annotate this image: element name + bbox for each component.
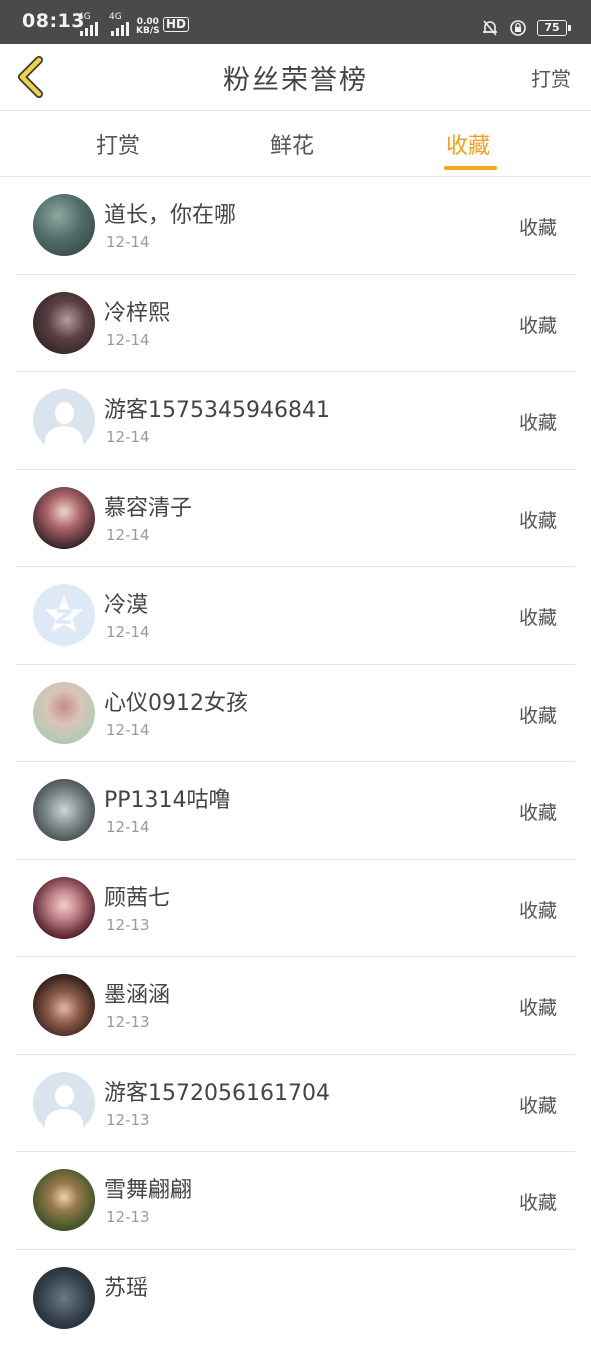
item-date: 12-14 [106,623,150,641]
item-action-label: 收藏 [519,311,557,338]
item-action-label: 收藏 [519,701,557,728]
avatar[interactable] [33,877,95,939]
signal-icon-2 [111,22,129,36]
list-item[interactable]: 慕容清子 12-14 收藏 [0,470,591,568]
user-name: 冷漠 [104,587,148,619]
item-action-label: 收藏 [519,506,557,533]
list-item[interactable]: 苏瑶 [0,1250,591,1347]
signal-label-1: 4G [78,13,91,22]
item-date: 12-14 [106,721,150,739]
nav-header: 粉丝荣誉榜 打赏 [0,44,591,111]
list-item[interactable]: PP1314咕噜 12-14 收藏 [0,762,591,860]
item-action-label: 收藏 [519,1188,557,1215]
avatar[interactable] [33,779,95,841]
item-action-label: 收藏 [519,798,557,825]
tab-reward[interactable]: 打赏 [96,128,140,160]
list-item[interactable]: 游客1572056161704 12-13 收藏 [0,1055,591,1153]
avatar[interactable] [33,194,95,256]
bell-off-icon [481,19,499,37]
qq-icon[interactable] [33,584,95,646]
signal-icon-1 [80,22,98,36]
item-date: 12-13 [106,916,150,934]
list-item[interactable]: 心仪0912女孩 12-14 收藏 [0,665,591,763]
avatar[interactable] [33,487,95,549]
item-date: 12-14 [106,526,150,544]
user-name: PP1314咕噜 [104,782,231,814]
user-name: 游客1575345946841 [104,392,330,424]
list-item[interactable]: 游客1575345946841 12-14 收藏 [0,372,591,470]
default-user-icon[interactable] [33,389,95,451]
avatar[interactable] [33,1267,95,1329]
item-date: 12-14 [106,818,150,836]
item-date: 12-13 [106,1013,150,1031]
signal-label-2: 4G [109,13,122,22]
page-title: 粉丝荣誉榜 [0,58,591,97]
avatar[interactable] [33,974,95,1036]
tab-flowers[interactable]: 鲜花 [270,128,314,160]
avatar[interactable] [33,682,95,744]
default-user-icon[interactable] [33,1072,95,1134]
user-name: 苏瑶 [104,1270,148,1302]
list-item[interactable]: 冷漠 12-14 收藏 [0,567,591,665]
item-date: 12-14 [106,331,150,349]
list-item[interactable]: 顾茜七 12-13 收藏 [0,860,591,958]
item-action-label: 收藏 [519,213,557,240]
item-action-label: 收藏 [519,896,557,923]
battery-icon: 75 [537,20,567,36]
item-action-label: 收藏 [519,993,557,1020]
tab-bar: 打赏 鲜花 收藏 [0,111,591,177]
user-name: 慕容清子 [104,490,192,522]
item-action-label: 收藏 [519,408,557,435]
user-name: 墨涵涵 [104,977,170,1009]
avatar[interactable] [33,1169,95,1231]
user-name: 冷梓熙 [104,295,170,327]
status-time: 08:13 [22,10,85,32]
status-bar: 08:13 4G 4G 0.00KB/S HD 75 [0,0,591,44]
user-name: 顾茜七 [104,880,170,912]
item-date: 12-13 [106,1111,150,1129]
user-name: 心仪0912女孩 [104,685,248,717]
rotation-lock-icon [509,19,527,37]
list-item[interactable]: 墨涵涵 12-13 收藏 [0,957,591,1055]
user-name: 游客1572056161704 [104,1075,330,1107]
item-action-label: 收藏 [519,603,557,630]
network-speed: 0.00KB/S [136,18,160,36]
list-item[interactable]: 道长，你在哪 12-14 收藏 [0,177,591,275]
reward-button[interactable]: 打赏 [531,63,571,92]
tab-favorites[interactable]: 收藏 [446,128,490,160]
item-date: 12-14 [106,233,150,251]
user-name: 雪舞翩翩 [104,1172,192,1204]
list-item[interactable]: 雪舞翩翩 12-13 收藏 [0,1152,591,1250]
active-tab-indicator [444,166,497,170]
item-date: 12-13 [106,1208,150,1226]
user-name: 道长，你在哪 [104,197,236,229]
hd-icon: HD [163,17,189,32]
list-item[interactable]: 冷梓熙 12-14 收藏 [0,275,591,373]
fan-list: 道长，你在哪 12-14 收藏 冷梓熙 12-14 收藏 游客157534594… [0,177,591,1347]
item-action-label: 收藏 [519,1091,557,1118]
avatar[interactable] [33,292,95,354]
item-date: 12-14 [106,428,150,446]
